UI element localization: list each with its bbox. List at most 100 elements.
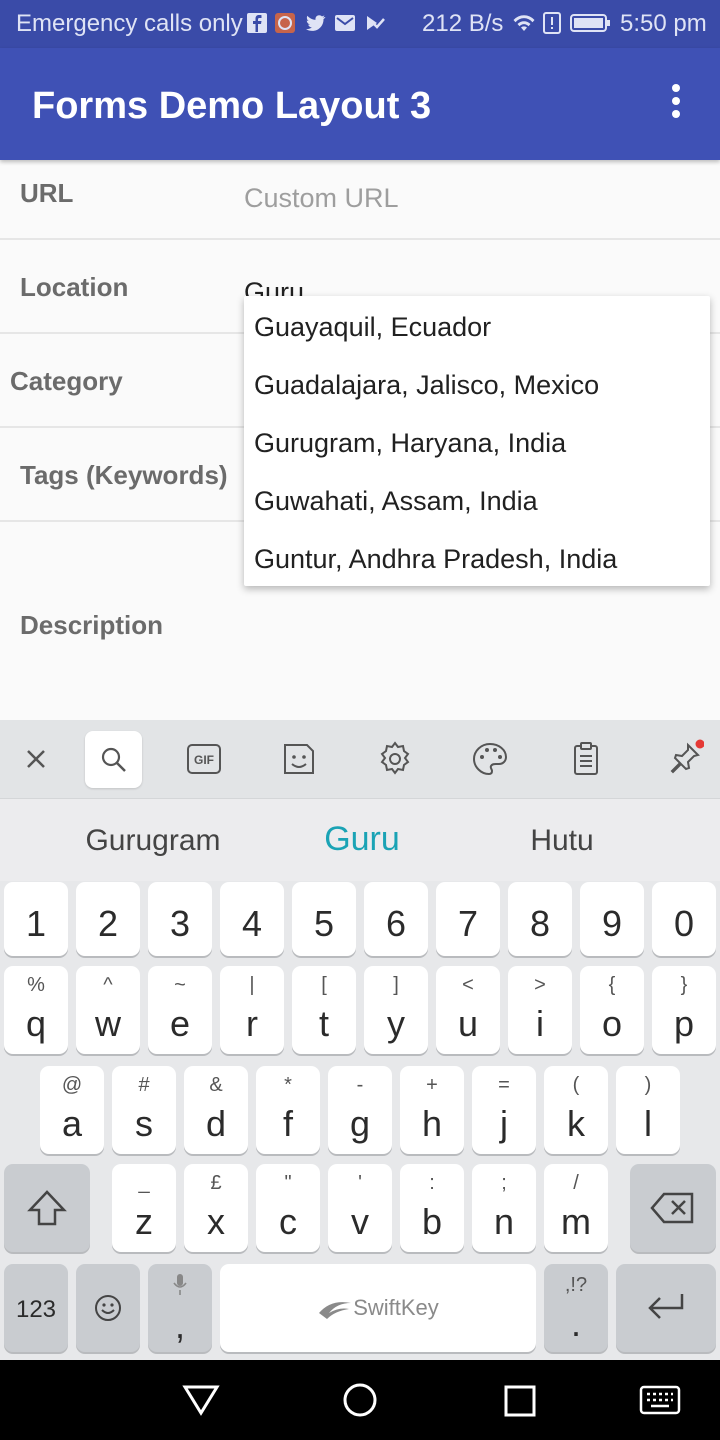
clipboard-icon[interactable] [566, 739, 606, 779]
app-title: Forms Demo Layout 3 [32, 85, 432, 127]
key-label: s [135, 1103, 153, 1144]
key-label: o [601, 1003, 623, 1044]
key-secondary-label: = [498, 1074, 510, 1096]
dropdown-item[interactable]: Gurugram, Haryana, India [254, 427, 566, 459]
app-bar: Forms Demo Layout 3 [0, 48, 720, 160]
key-y[interactable]: ] y [364, 966, 428, 1054]
key-b[interactable]: :b [400, 1164, 464, 1252]
key-s[interactable]: # s [112, 1066, 176, 1154]
key-secondary-label: | [249, 974, 255, 996]
dropdown-item[interactable]: Guwahati, Assam, India [254, 485, 538, 517]
key-secondary-label: £ [210, 1172, 222, 1194]
key-label: v [351, 1201, 369, 1242]
key-label: l [644, 1103, 652, 1144]
pin-icon[interactable] [664, 739, 704, 779]
key-label: 3 [169, 903, 191, 944]
home-icon[interactable] [341, 1381, 379, 1419]
dropdown-item[interactable]: Guntur, Andhra Pradesh, India [254, 543, 617, 575]
key-7[interactable]: 7 [436, 882, 500, 956]
key-9[interactable]: 9 [580, 882, 644, 956]
key-label: i [536, 1003, 544, 1044]
overflow-menu-icon[interactable] [664, 84, 688, 124]
key-label: q [25, 1003, 47, 1044]
key-i[interactable]: > i [508, 966, 572, 1054]
key-v[interactable]: ' v [328, 1164, 392, 1252]
key-0[interactable]: 0 [652, 882, 716, 956]
key-z[interactable]: _ z [112, 1164, 176, 1252]
clock: 5:50 pm [620, 10, 707, 37]
key-f[interactable]: * f [256, 1066, 320, 1154]
shift-key[interactable] [4, 1164, 90, 1252]
key-a[interactable]: @ a [40, 1066, 104, 1154]
comma-key[interactable]: , [148, 1264, 212, 1352]
key-label: b [421, 1201, 443, 1242]
key-label: m [561, 1201, 591, 1242]
keyboard-icon[interactable] [638, 1382, 682, 1418]
key-secondary-label: / [573, 1172, 579, 1194]
key-k[interactable]: (k [544, 1066, 608, 1154]
check-icon [367, 16, 385, 30]
key-h[interactable]: + h [400, 1066, 464, 1154]
key-8[interactable]: 8 [508, 882, 572, 956]
key-o[interactable]: {o [580, 966, 644, 1054]
key-c[interactable]: " c [256, 1164, 320, 1252]
key-d[interactable]: & d [184, 1066, 248, 1154]
key-x[interactable]: £ x [184, 1164, 248, 1252]
key-secondary-label: ; [501, 1172, 507, 1194]
key-secondary-label: ( [572, 1074, 580, 1096]
key-l[interactable]: ) l [616, 1066, 680, 1154]
key-6[interactable]: 6 [364, 882, 428, 956]
backspace-key[interactable] [630, 1164, 716, 1252]
gif-icon[interactable]: GIF [184, 739, 224, 779]
microphone-icon [173, 1274, 187, 1295]
key-3[interactable]: 3 [148, 882, 212, 956]
suggestion-center[interactable]: Guru [262, 821, 462, 857]
key-5[interactable]: 5 [292, 882, 356, 956]
key-w[interactable]: ^ w [76, 966, 140, 1054]
dropdown-item[interactable]: Guadalajara, Jalisco, Mexico [254, 369, 599, 401]
theme-icon[interactable] [470, 739, 510, 779]
period-key[interactable]: ,!? . [544, 1264, 608, 1352]
key-secondary-label: # [138, 1074, 150, 1096]
key-g[interactable]: -g [328, 1066, 392, 1154]
keyboard-toolbar: GIF [0, 720, 720, 798]
suggestion-left[interactable]: Gurugram [53, 823, 253, 859]
suggestion-right[interactable]: Hutu [462, 823, 662, 859]
settings-icon[interactable] [375, 739, 415, 779]
key-secondary-label: : [429, 1172, 435, 1194]
key-u[interactable]: < u [436, 966, 500, 1054]
key-1[interactable]: 1 [4, 882, 68, 956]
key-4[interactable]: 4 [220, 882, 284, 956]
key-label: f [282, 1103, 293, 1144]
key-m[interactable]: / m [544, 1164, 608, 1252]
enter-key[interactable] [616, 1264, 716, 1352]
close-icon[interactable] [16, 739, 56, 779]
emoji-key[interactable] [76, 1264, 140, 1352]
key-label: t [318, 1003, 329, 1044]
key-r[interactable]: | r [220, 966, 284, 1054]
sticker-icon[interactable] [279, 739, 319, 779]
key-t[interactable]: [t [292, 966, 356, 1054]
key-q[interactable]: % q [4, 966, 68, 1054]
key-n[interactable]: ; n [472, 1164, 536, 1252]
recents-icon[interactable] [503, 1384, 537, 1418]
location-label: Location [20, 272, 129, 302]
key-j[interactable]: = j [472, 1066, 536, 1154]
key-secondary-label: ' [358, 1172, 362, 1194]
key-label: p [673, 1003, 695, 1044]
back-icon[interactable] [182, 1382, 220, 1418]
key-secondary-label: < [462, 974, 474, 996]
numbers-key[interactable]: 123 [4, 1264, 68, 1352]
space-key[interactable]: SwiftKey [220, 1264, 536, 1352]
dropdown-item[interactable]: Guayaquil, Ecuador [254, 311, 491, 343]
key-e[interactable]: ~ e [148, 966, 212, 1054]
app-icon [275, 13, 295, 33]
key-label: 2 [97, 903, 119, 944]
key-2[interactable]: 2 [76, 882, 140, 956]
battery-icon [570, 14, 610, 32]
comma-key-label: , [174, 1305, 185, 1346]
key-secondary-label: [ [321, 974, 327, 996]
search-button[interactable] [85, 731, 142, 788]
key-p[interactable]: } p [652, 966, 716, 1054]
url-input[interactable]: Custom URL [244, 182, 399, 214]
